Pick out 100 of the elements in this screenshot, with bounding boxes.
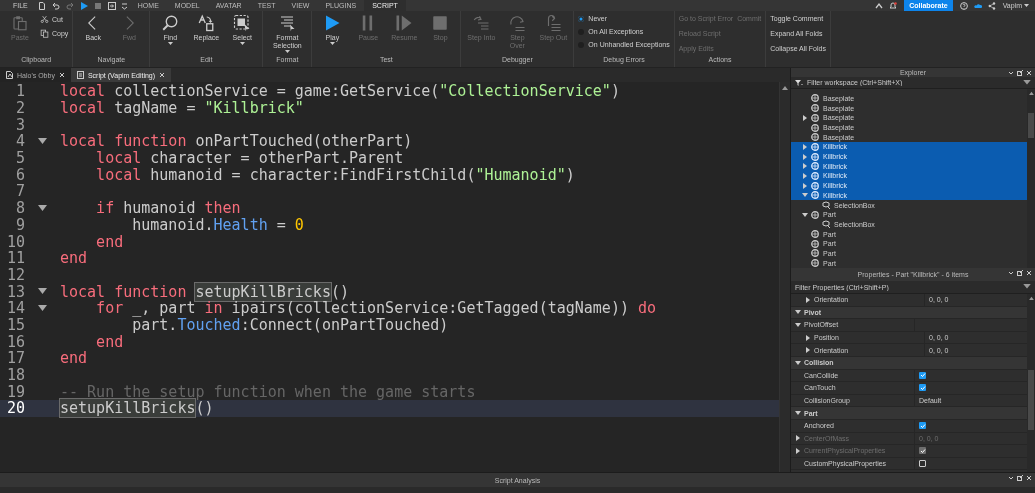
code-line: local humanoid = character:FindFirstChild("Humanoid") xyxy=(95,165,575,184)
close-icon[interactable] xyxy=(58,72,65,78)
checkbox[interactable] xyxy=(919,460,926,467)
line-number: 2 xyxy=(14,99,25,118)
selection-box-icon xyxy=(822,201,830,210)
redo-icon[interactable] xyxy=(65,1,74,10)
bell-icon[interactable] xyxy=(889,1,898,10)
line-number: 9 xyxy=(14,215,25,234)
scroll-up-icon[interactable] xyxy=(782,85,788,90)
code-line: local collectionService = game:GetService("CollectionService") xyxy=(60,82,620,101)
chevron-icon[interactable] xyxy=(1008,270,1014,276)
fold-arrow-icon[interactable] xyxy=(38,137,47,145)
part-icon xyxy=(811,210,819,219)
fold-arrow-icon[interactable] xyxy=(38,304,47,312)
fold-arrow-icon[interactable] xyxy=(38,288,47,296)
stop-icon xyxy=(431,14,450,32)
scrollbar[interactable] xyxy=(1027,294,1035,472)
chevron-icon[interactable] xyxy=(1008,475,1014,481)
scroll-thumb[interactable] xyxy=(1028,370,1034,430)
code-line: end xyxy=(60,349,88,368)
play-icon xyxy=(323,14,342,32)
line-number: 14 xyxy=(5,299,25,318)
line-number: 12 xyxy=(5,265,25,284)
expand-arrow-icon[interactable] xyxy=(805,334,811,341)
close-icon[interactable] xyxy=(1026,475,1032,481)
code-line: end xyxy=(95,232,124,251)
clipboard-icon xyxy=(11,14,29,32)
format-lines-icon xyxy=(278,14,297,32)
expand-arrow-icon[interactable] xyxy=(805,347,811,354)
line-number: 11 xyxy=(5,249,25,268)
line-number: 5 xyxy=(14,149,25,168)
close-icon[interactable] xyxy=(159,72,166,78)
scroll-up-icon[interactable] xyxy=(1028,296,1034,300)
line-number: 19 xyxy=(5,382,25,401)
expand-arrow-icon[interactable] xyxy=(802,172,808,179)
checkbox[interactable] xyxy=(919,422,926,430)
line-number: 1 xyxy=(14,82,25,101)
help-icon[interactable] xyxy=(959,1,968,10)
undo-icon[interactable] xyxy=(51,1,60,10)
line-number: 10 xyxy=(5,232,25,251)
line-number: 17 xyxy=(5,349,25,368)
expand-arrow-icon[interactable] xyxy=(802,114,808,121)
expand-arrow-icon[interactable] xyxy=(802,153,808,160)
filter-icon[interactable] xyxy=(795,79,803,86)
place-icon xyxy=(6,71,13,79)
scroll-thumb[interactable] xyxy=(1028,112,1034,138)
replace-icon xyxy=(197,14,216,32)
line-number: 8 xyxy=(14,199,25,218)
stop-icon[interactable] xyxy=(93,1,102,10)
code-line: humanoid.Health = 0 xyxy=(131,215,304,234)
close-icon[interactable] xyxy=(1026,70,1032,76)
code-line: local tagName = "Killbrick" xyxy=(60,99,304,118)
code-line: setupKillBricks() xyxy=(60,399,214,418)
step-into-icon xyxy=(472,14,491,32)
line-number: 7 xyxy=(14,182,25,201)
line-number: 13 xyxy=(5,282,25,301)
checkbox[interactable] xyxy=(919,384,926,392)
undock-icon[interactable] xyxy=(1017,270,1023,276)
line-number: 3 xyxy=(14,115,25,134)
collapse-arrow-icon[interactable] xyxy=(802,211,808,218)
code-line: local character = otherPart.Parent xyxy=(95,149,404,168)
script-icon xyxy=(76,71,84,79)
checkbox[interactable] xyxy=(919,371,926,379)
resume-icon xyxy=(395,14,414,32)
scrollbar[interactable] xyxy=(1027,88,1035,268)
step-over-icon xyxy=(508,14,527,32)
expand-arrow-icon[interactable] xyxy=(802,143,808,150)
import-icon[interactable] xyxy=(107,1,116,10)
play-icon[interactable] xyxy=(79,1,88,10)
expand-arrow-icon[interactable] xyxy=(802,182,808,189)
code-line: for _, part in ipairs(collectionService:GetTagged(tagName)) do xyxy=(95,299,657,318)
share-icon[interactable] xyxy=(987,1,996,10)
selection-icon xyxy=(233,14,252,32)
document-icon[interactable] xyxy=(37,1,46,10)
line-number: 6 xyxy=(14,165,25,184)
collapse-arrow-icon[interactable] xyxy=(795,410,801,417)
collapse-arrow-icon[interactable] xyxy=(795,322,801,328)
chevron-icon[interactable] xyxy=(1008,70,1014,76)
collapse-arrow-icon[interactable] xyxy=(795,309,801,316)
code-line: -- Run the setup function when the game starts xyxy=(60,382,476,401)
caret-icon xyxy=(1023,284,1031,290)
cloud-icon[interactable] xyxy=(973,1,982,10)
collapse-arrow-icon[interactable] xyxy=(795,359,801,366)
expand-arrow-icon[interactable] xyxy=(805,296,811,303)
fold-arrow-icon[interactable] xyxy=(38,204,47,212)
close-icon[interactable] xyxy=(1026,270,1032,276)
undock-icon[interactable] xyxy=(1017,70,1023,76)
radio-dot[interactable] xyxy=(578,15,585,22)
expand-arrow-icon[interactable] xyxy=(802,163,808,170)
chevron-up-icon[interactable] xyxy=(875,1,884,10)
more-icon[interactable] xyxy=(121,1,127,10)
code-line: end xyxy=(60,249,88,268)
scrollbar[interactable] xyxy=(779,82,790,472)
caret-icon xyxy=(1024,4,1029,8)
copy-icon xyxy=(40,29,49,38)
undock-icon[interactable] xyxy=(1017,475,1023,481)
collapse-arrow-icon[interactable] xyxy=(802,192,808,199)
line-number: 4 xyxy=(14,132,25,151)
line-number: 20 xyxy=(5,399,25,418)
code-line: if humanoid then xyxy=(95,199,241,218)
